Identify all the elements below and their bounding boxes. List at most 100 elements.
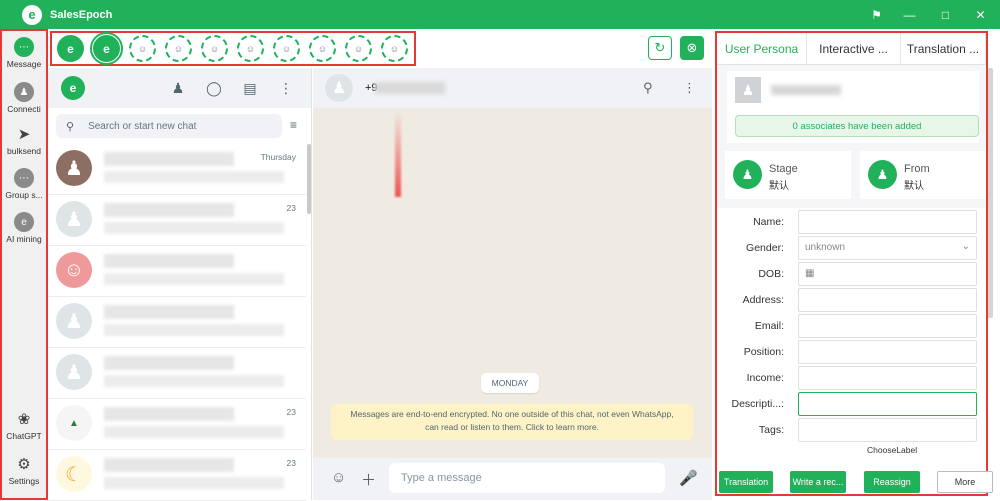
chat-list-item[interactable]: ☾ 23 (48, 450, 306, 501)
account-avatar-selected[interactable]: e (90, 32, 123, 65)
description-textarea[interactable] (798, 392, 977, 416)
contact-avatar: ♟ (56, 303, 92, 339)
from-card[interactable]: ♟ From 默认 (860, 151, 986, 199)
chat-list-item[interactable]: ☺ (48, 246, 306, 297)
last-message-redacted (104, 375, 284, 387)
rail-item-chatgpt[interactable]: ❀ ChatGPT (2, 409, 46, 441)
chat-list-scrollbar[interactable] (307, 144, 311, 214)
more-button[interactable]: More (937, 471, 993, 493)
rail-item-connections[interactable]: ♟ Connecti (2, 82, 46, 114)
income-input[interactable] (798, 366, 977, 390)
rail-item-group[interactable]: ⋯ Group s... (2, 168, 46, 200)
chat-time: 23 (286, 407, 296, 417)
rail-item-settings[interactable]: ⚙ Settings (2, 454, 46, 486)
account-avatar[interactable]: ☺ (201, 35, 228, 62)
chat-list-item[interactable]: ♟ 23 (48, 195, 306, 246)
attach-plus-icon[interactable]: ＋ (361, 469, 376, 490)
refresh-icon: ↻ (654, 40, 666, 55)
settings-icon: ⚙ (17, 456, 31, 473)
new-chat-icon[interactable]: ▤ (240, 78, 260, 98)
field-label: Descripti...: (731, 398, 784, 410)
from-icon: ♟ (868, 160, 897, 189)
menu-icon[interactable]: ⋮ (683, 80, 696, 96)
stage-value: 默认 (769, 181, 789, 192)
bell-icon[interactable]: ⚑ (860, 0, 893, 29)
account-avatar[interactable]: ☺ (345, 35, 372, 62)
chat-list-item[interactable]: ♟ (48, 348, 306, 399)
choose-label-link[interactable]: ChooseLabel (867, 445, 917, 455)
account-avatar[interactable]: ☺ (381, 35, 408, 62)
chat-list-item[interactable]: ♟ (48, 297, 306, 348)
field-name: Name: (717, 210, 986, 234)
position-input[interactable] (798, 340, 977, 364)
name-input[interactable] (798, 210, 977, 234)
translation-button[interactable]: Translation (719, 471, 773, 493)
account-avatar[interactable]: ☺ (165, 35, 192, 62)
chat-list-item[interactable]: ♟ Thursday (48, 144, 306, 195)
search-input[interactable]: ⚲ Search or start new chat (56, 114, 282, 138)
stage-icon: ♟ (733, 160, 762, 189)
encryption-notice[interactable]: Messages are end-to-end encrypted. No on… (331, 404, 693, 440)
contact-avatar: ☾ (56, 456, 92, 492)
contact-name-redacted (104, 203, 234, 217)
field-income: Income: (717, 366, 986, 390)
field-gender: Gender: unknown ⌄ (717, 236, 986, 260)
title-bar: e SalesEpoch ⚑ — □ ✕ (0, 0, 1000, 29)
account-avatar[interactable]: e (57, 35, 84, 62)
account-avatar[interactable]: ☺ (273, 35, 300, 62)
associates-status[interactable]: 0 associates have been added (735, 115, 979, 137)
microphone-icon[interactable]: 🎤 (679, 469, 698, 487)
rail-item-bulksend[interactable]: ➤ bulksend (2, 124, 46, 156)
status-icon[interactable]: ◯ (204, 78, 224, 98)
stage-card[interactable]: ♟ Stage 默认 (725, 151, 851, 199)
dob-input[interactable]: ▦ (798, 262, 977, 286)
contact-avatar[interactable]: ♟ (325, 74, 353, 102)
tab-user-persona[interactable]: User Persona (717, 33, 807, 65)
close-icon[interactable]: ✕ (964, 0, 997, 29)
rail-item-label: Settings (8, 476, 40, 486)
search-icon: ⚲ (66, 120, 75, 133)
address-input[interactable] (798, 288, 977, 312)
field-label: Tags: (758, 424, 784, 436)
message-input[interactable]: Type a message (389, 463, 665, 493)
contact-avatar: ☺ (56, 252, 92, 288)
menu-icon[interactable]: ⋮ (276, 78, 296, 98)
field-label: DOB: (758, 268, 784, 280)
write-record-button[interactable]: Write a rec... (790, 471, 846, 493)
action-bar: Translation Write a rec... Reassign More (717, 466, 993, 494)
filter-icon[interactable]: ≡ (290, 118, 297, 132)
account-avatar[interactable]: ☺ (237, 35, 264, 62)
contact-name-redacted (104, 305, 234, 319)
reassign-button[interactable]: Reassign (864, 471, 920, 493)
email-input[interactable] (798, 314, 977, 338)
conversation-header: ♟ +9 ⚲ ⋮ (313, 68, 712, 108)
my-avatar[interactable]: e (61, 76, 85, 100)
rail-item-message[interactable]: ⋯ Message (2, 37, 46, 69)
last-message-redacted (104, 222, 284, 234)
field-email: Email: (717, 314, 986, 338)
emoji-icon[interactable]: ☺ (331, 469, 346, 486)
chat-list-item[interactable]: ▲ 23 (48, 399, 306, 450)
last-message-redacted (104, 426, 284, 438)
refresh-button[interactable]: ↻ (648, 36, 672, 60)
gender-select[interactable]: unknown ⌄ (798, 236, 977, 260)
account-avatar[interactable]: ☺ (309, 35, 336, 62)
maximize-icon[interactable]: □ (929, 0, 962, 29)
left-navigation-rail: ⋯ Message ♟ Connecti ➤ bulksend ⋯ Group … (0, 29, 48, 500)
close-accounts-button[interactable]: ⊗ (680, 36, 704, 60)
account-avatar[interactable]: ☺ (129, 35, 156, 62)
search-icon[interactable]: ⚲ (643, 80, 653, 96)
profile-panel-scrollbar[interactable] (988, 68, 993, 318)
field-tags: Tags: (717, 418, 986, 442)
tags-input[interactable] (798, 418, 977, 442)
group-icon: ⋯ (14, 168, 34, 188)
community-icon[interactable]: ♟ (168, 78, 188, 98)
tab-translation[interactable]: Translation ... (901, 33, 986, 65)
minimize-icon[interactable]: — (893, 0, 926, 29)
from-label: From (904, 163, 930, 175)
profile-card: ♟ 0 associates have been added (727, 71, 979, 143)
profile-tabs: User Persona Interactive ... Translation… (717, 33, 986, 65)
tab-interactive[interactable]: Interactive ... (807, 33, 901, 65)
chat-time: Thursday (260, 152, 296, 162)
rail-item-ai-mining[interactable]: e AI mining (2, 212, 46, 244)
